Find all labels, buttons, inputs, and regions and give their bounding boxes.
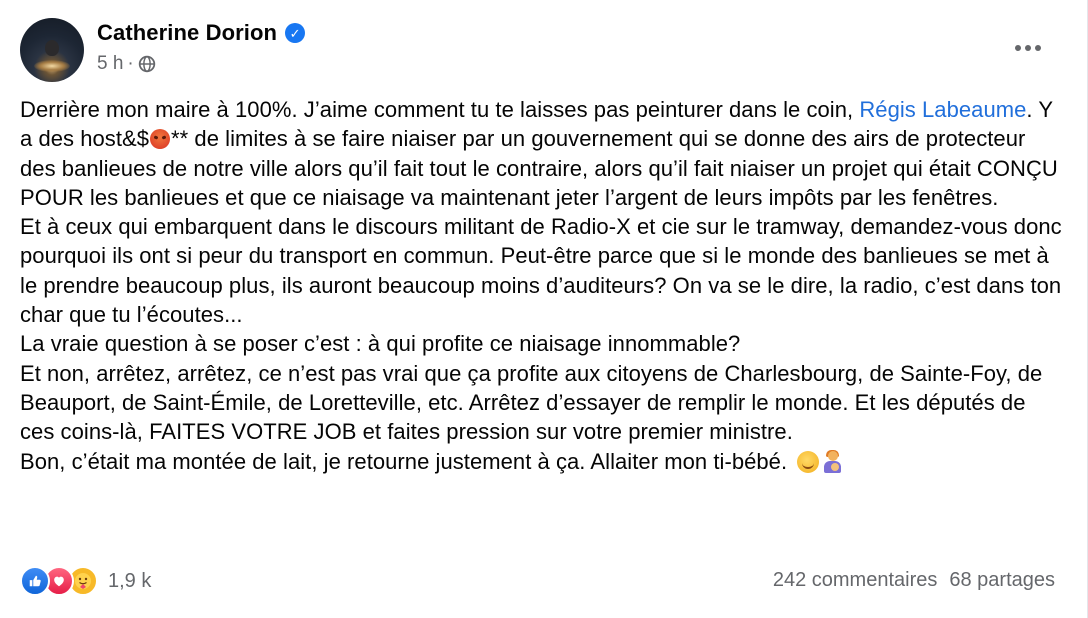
angry-face-emoji <box>150 129 171 150</box>
post-meta: 5 h · <box>97 53 156 75</box>
author-name[interactable]: Catherine Dorion <box>97 20 277 46</box>
more-options-icon[interactable] <box>1010 36 1046 60</box>
globe-icon[interactable] <box>138 55 156 73</box>
shares-count-link[interactable]: 68 partages <box>949 566 1055 594</box>
text-segment: Bon, c’était ma montée de lait, je retou… <box>20 448 794 474</box>
post-paragraph-2: Et à ceux qui embarquent dans le discour… <box>20 214 1062 328</box>
reaction-summary[interactable]: 1,9 k <box>20 566 151 596</box>
verified-badge-icon: ✓ <box>285 23 306 43</box>
more-dot <box>1025 45 1031 51</box>
author-avatar[interactable] <box>20 18 84 82</box>
post-timestamp[interactable]: 5 h <box>97 53 123 75</box>
post-paragraph-3: La vraie question à se poser c’est : à q… <box>20 331 741 357</box>
avatar-photo-figure <box>45 40 59 56</box>
post-author: Catherine Dorion ✓ <box>97 20 306 46</box>
like-reaction-icon <box>20 566 50 596</box>
meta-separator: · <box>127 53 134 74</box>
smiling-face-emoji <box>797 450 820 473</box>
post-paragraph-5: Bon, c’était ma montée de lait, je retou… <box>20 447 1065 476</box>
mention-link[interactable]: Régis Labeaume <box>859 97 1026 122</box>
avatar-photo-light <box>34 60 70 72</box>
text-segment: ** de limites à se faire niaiser par un … <box>20 126 1058 210</box>
engagement-stats: 242 commentaires 68 partages <box>773 566 1055 594</box>
breastfeeding-emoji <box>821 449 843 473</box>
post-message: Derrière mon maire à 100%. J’aime commen… <box>20 95 1065 476</box>
post-paragraph-1: Derrière mon maire à 100%. J’aime commen… <box>20 95 1065 212</box>
more-dot <box>1035 45 1041 51</box>
reaction-count[interactable]: 1,9 k <box>108 570 151 593</box>
more-dot <box>1015 45 1021 51</box>
post-card: Catherine Dorion ✓ 5 h · Derrière mon ma… <box>0 0 1088 618</box>
comments-count-link[interactable]: 242 commentaires <box>773 566 938 594</box>
post-paragraph-4: Et non, arrêtez, arrêtez, ce n’est pas v… <box>20 360 1043 445</box>
text-segment: Derrière mon maire à 100%. J’aime commen… <box>20 97 860 122</box>
